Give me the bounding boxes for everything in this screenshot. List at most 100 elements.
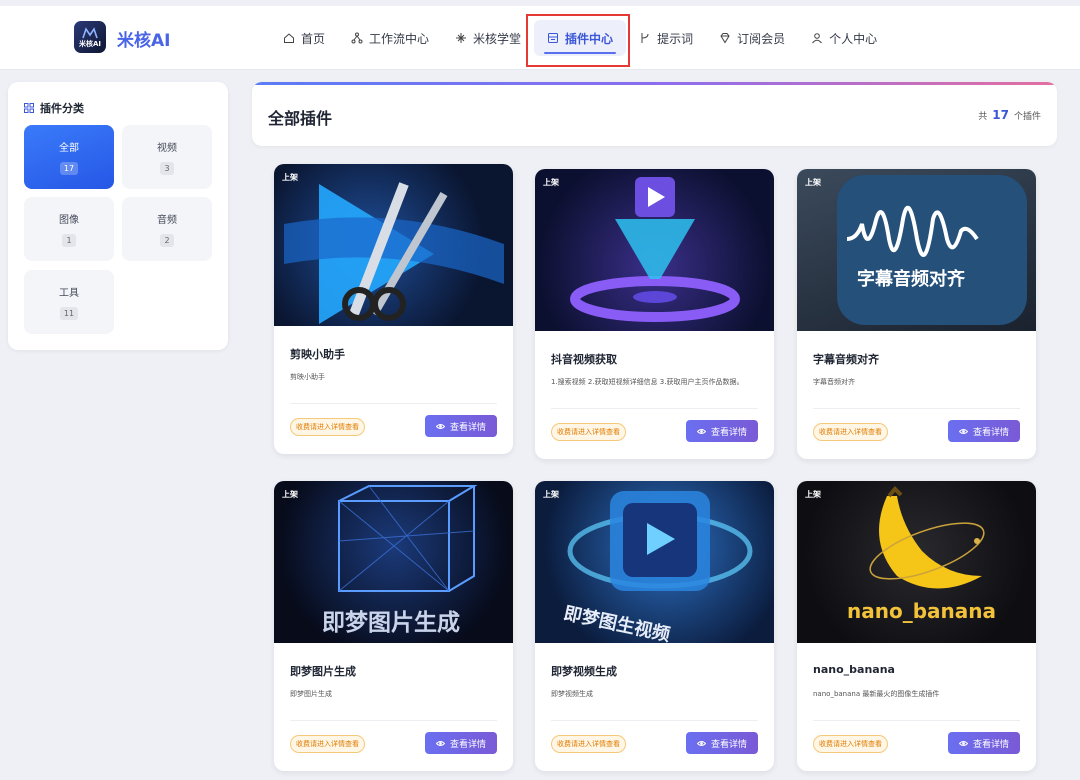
brand-name[interactable]: 米核AI xyxy=(117,26,170,51)
plugin-name: 字幕音频对齐 xyxy=(813,353,879,366)
plugin-desc: 1.搜索视频 2.获取短视频详细信息 3.获取用户主页作品数据。 xyxy=(551,378,744,386)
nav-label: 米核学堂 xyxy=(473,31,522,46)
grid-icon xyxy=(24,103,34,113)
status-tag: 上架 xyxy=(805,490,821,499)
plugin-list-header: 全部插件 共 17 个插件 xyxy=(252,82,1057,146)
category-audio[interactable]: 音频 2 xyxy=(122,197,212,261)
image-caption: 即梦图片生成 xyxy=(322,610,460,636)
eye-icon xyxy=(435,423,445,429)
count-number: 17 xyxy=(992,108,1009,122)
plugin-name: 即梦图片生成 xyxy=(290,665,356,678)
nav-subscription[interactable]: 订阅会员 xyxy=(706,20,798,56)
plugin-name: 即梦视频生成 xyxy=(551,665,617,678)
home-icon xyxy=(284,33,294,43)
plugin-image: 字幕音频对齐 上架 xyxy=(797,169,1036,331)
category-all[interactable]: 全部 17 xyxy=(24,125,114,189)
top-navbar: 米核AI 米核AI 首页 工作流中心 米核学堂 插件中心 提示词 订阅会员 个人… xyxy=(0,6,1080,70)
video-clip-scissors-icon xyxy=(284,182,504,324)
view-details-button[interactable]: 查看详情 xyxy=(948,732,1020,754)
button-label: 查看详情 xyxy=(449,422,486,433)
status-tag: 上架 xyxy=(543,490,559,499)
image-caption: 字幕音频对齐 xyxy=(857,269,965,290)
plugin-name: 剪映小助手 xyxy=(290,348,345,361)
view-details-button[interactable]: 查看详情 xyxy=(948,420,1020,442)
category-label: 视频 xyxy=(157,143,177,154)
plugin-card[interactable]: 即梦图片生成 上架 即梦图片生成 即梦图片生成 收费请进入详情查看 查看详情 xyxy=(274,481,513,771)
category-tools[interactable]: 工具 11 xyxy=(24,270,114,334)
divider xyxy=(813,408,1020,409)
nav-home[interactable]: 首页 xyxy=(270,20,338,56)
plugin-image: nano_banana 上架 xyxy=(797,481,1036,643)
category-sidebar: 插件分类 全部 17 视频 3 图像 1 音频 2 工具 11 xyxy=(8,82,228,350)
plugin-desc: 即梦视频生成 xyxy=(551,690,593,698)
count-prefix: 共 xyxy=(978,111,988,122)
paid-badge: 收费请进入详情查看 xyxy=(290,735,365,753)
view-details-button[interactable]: 查看详情 xyxy=(686,732,758,754)
divider xyxy=(813,720,1020,721)
eye-icon xyxy=(958,740,968,746)
plugin-count: 共 17 个插件 xyxy=(978,108,1041,122)
category-count: 2 xyxy=(160,234,174,247)
category-image[interactable]: 图像 1 xyxy=(24,197,114,261)
nav-plugin-center[interactable]: 插件中心 xyxy=(534,20,627,56)
plugin-card[interactable]: 上架 抖音视频获取 1.搜索视频 2.获取短视频详细信息 3.获取用户主页作品数… xyxy=(535,169,774,459)
button-label: 查看详情 xyxy=(972,739,1009,750)
nav-label: 订阅会员 xyxy=(737,31,786,46)
nav-academy[interactable]: 米核学堂 xyxy=(442,20,534,56)
paid-badge: 收费请进入详情查看 xyxy=(551,423,626,441)
category-count: 17 xyxy=(59,162,79,175)
brand-logo[interactable]: 米核AI xyxy=(74,21,106,53)
divider xyxy=(551,408,758,409)
academy-icon xyxy=(456,33,467,43)
plugin-name: 抖音视频获取 xyxy=(551,353,617,366)
plugin-card[interactable]: 即梦图生视频 上架 即梦视频生成 即梦视频生成 收费请进入详情查看 查看详情 xyxy=(535,481,774,771)
category-video[interactable]: 视频 3 xyxy=(122,125,212,189)
count-suffix: 个插件 xyxy=(1013,111,1041,122)
category-count: 1 xyxy=(62,234,76,247)
divider xyxy=(551,720,758,721)
button-label: 查看详情 xyxy=(710,427,747,438)
nav-prompts[interactable]: 提示词 xyxy=(626,20,706,56)
workflow-icon xyxy=(351,32,363,44)
divider xyxy=(290,403,497,404)
nav-label: 个人中心 xyxy=(829,31,878,46)
button-label: 查看详情 xyxy=(972,427,1009,438)
nav-label: 工作流中心 xyxy=(369,31,430,46)
waveform-icon xyxy=(837,175,1027,325)
category-label: 图像 xyxy=(59,215,79,226)
category-count: 11 xyxy=(59,307,79,320)
status-tag: 上架 xyxy=(543,178,559,187)
paid-badge: 收费请进入详情查看 xyxy=(290,418,365,436)
sidebar-title-text: 插件分类 xyxy=(40,102,84,115)
eye-icon xyxy=(696,740,706,746)
nav-profile[interactable]: 个人中心 xyxy=(798,20,890,56)
plugin-name: nano_banana xyxy=(813,663,895,676)
plugin-card[interactable]: 上架 剪映小助手 剪映小助手 收费请进入详情查看 查看详情 xyxy=(274,164,513,454)
plugin-card[interactable]: 字幕音频对齐 上架 字幕音频对齐 字幕音频对齐 收费请进入详情查看 查看详情 xyxy=(797,169,1036,459)
category-label: 全部 xyxy=(59,143,79,154)
page-title: 全部插件 xyxy=(268,109,333,128)
paid-badge: 收费请进入详情查看 xyxy=(813,735,888,753)
user-icon xyxy=(812,33,822,44)
video-funnel-icon xyxy=(570,177,740,322)
main-nav: 首页 工作流中心 米核学堂 插件中心 提示词 订阅会员 个人中心 xyxy=(270,6,890,70)
view-details-button[interactable]: 查看详情 xyxy=(425,732,497,754)
nav-label: 提示词 xyxy=(657,31,694,46)
category-count: 3 xyxy=(160,162,174,175)
prompt-icon xyxy=(641,33,649,43)
logo-mark-icon xyxy=(82,27,98,39)
nav-workflow[interactable]: 工作流中心 xyxy=(338,20,442,56)
paid-badge: 收费请进入详情查看 xyxy=(551,735,626,753)
view-details-button[interactable]: 查看详情 xyxy=(686,420,758,442)
plugin-icon xyxy=(548,33,559,43)
logo-small-text: 米核AI xyxy=(78,40,102,48)
plugin-card[interactable]: nano_banana 上架 nano_banana nano_banana 最… xyxy=(797,481,1036,771)
status-tag: 上架 xyxy=(282,173,298,182)
plugin-desc: 即梦图片生成 xyxy=(290,690,332,698)
view-details-button[interactable]: 查看详情 xyxy=(425,415,497,437)
eye-icon xyxy=(435,740,445,746)
button-label: 查看详情 xyxy=(449,739,486,750)
nav-label: 首页 xyxy=(301,31,326,46)
sidebar-title: 插件分类 xyxy=(24,100,84,116)
plugin-desc: 字幕音频对齐 xyxy=(813,378,855,386)
